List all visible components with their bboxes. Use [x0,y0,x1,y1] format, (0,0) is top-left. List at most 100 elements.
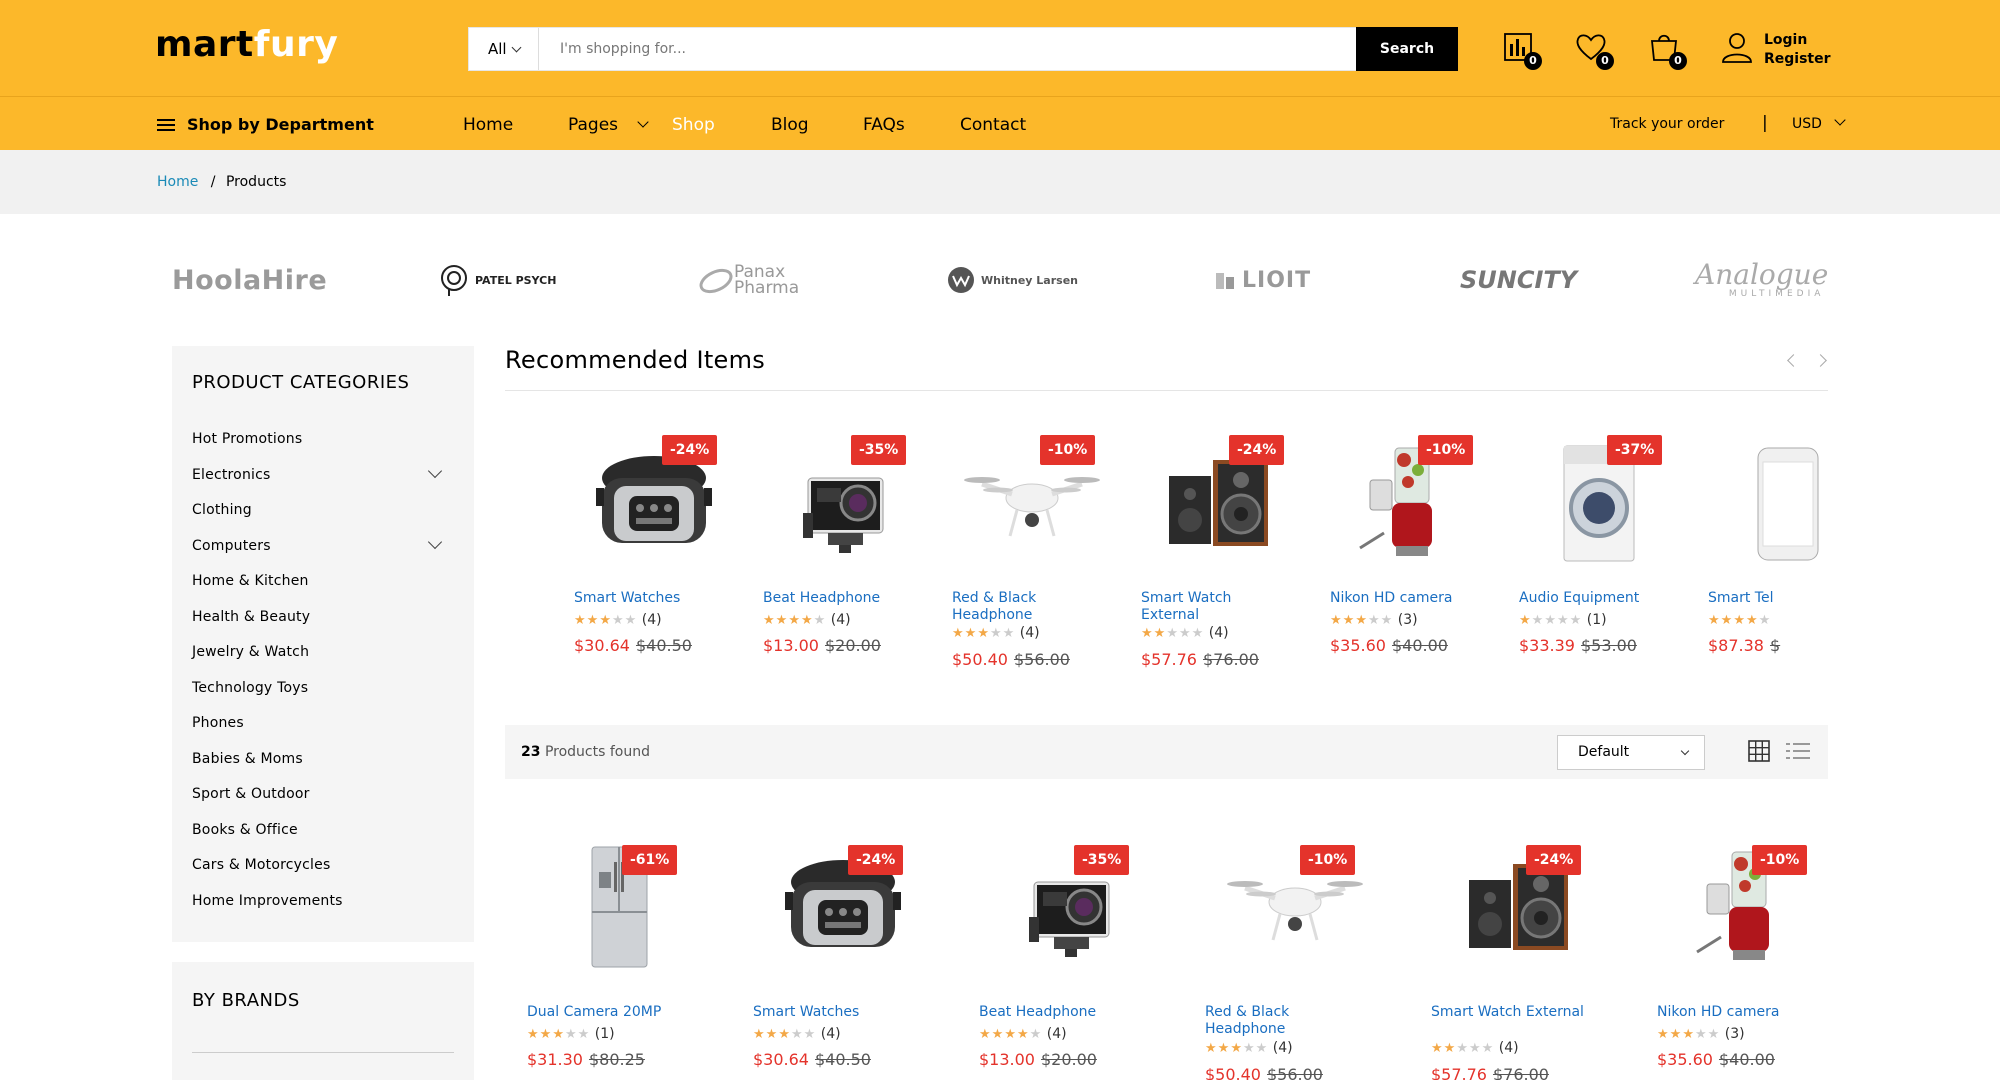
nav-pages[interactable]: Pages [568,115,650,135]
product-card[interactable]: -37% Audio Equipment ★★★★★ (1) $33.39 $53.00 [1519,420,1699,690]
nav-home[interactable]: Home [463,115,513,135]
product-name-link[interactable]: Audio Equipment [1519,590,1669,607]
category-item[interactable]: Clothing [192,502,252,518]
category-item[interactable]: Jewelry & Watch [192,644,309,660]
review-count: (4) [641,612,662,628]
search-category-select[interactable]: All [469,28,539,70]
product-price: $35.60 $40.00 [1330,636,1448,655]
category-item[interactable]: Computers [192,538,271,554]
nav-blog[interactable]: Blog [771,115,809,135]
product-card[interactable]: -61% Dual Camera 20MP ★★★★★ (1) $31.30 $80.2… [527,830,727,1080]
product-name-link[interactable]: Red & Black Headphone [952,590,1102,624]
breadcrumb-home[interactable]: Home [157,174,198,190]
product-card[interactable]: -24% Smart Watch External ★★★★★ (4) $57.76 $… [1431,830,1631,1080]
lioit-logo[interactable]: LIOIT [1216,250,1311,310]
grid-view-icon[interactable] [1748,740,1772,764]
compare-button[interactable]: 0 [1502,30,1542,70]
product-name-link[interactable]: Nikon HD camera [1330,590,1480,607]
category-item[interactable]: Sport & Outdoor [192,786,310,802]
product-name-link[interactable]: Red & Black Headphone [1205,1004,1365,1038]
product-image[interactable] [505,438,535,568]
product-card[interactable]: -24% Smart Watches ★★★★★ (4) $30.64 $40.50 [574,420,754,690]
category-item[interactable]: Babies & Moms [192,751,303,767]
carousel-prev-arrow[interactable] [1787,354,1800,367]
product-name-link[interactable]: Smart Watch External [1431,1004,1591,1021]
product-name-link[interactable]: Smart Watch External [1141,590,1291,624]
site-logo[interactable]: martfury [155,24,338,65]
products-grid: -61% Dual Camera 20MP ★★★★★ (1) $31.30 $80.2… [505,830,1828,1080]
nav-shop[interactable]: Shop [672,115,715,135]
wishlist-button[interactable]: 0 [1574,30,1614,70]
shop-by-department-button[interactable]: Shop by Department [157,115,374,134]
product-name-link[interactable]: Nikon HD camera [1657,1004,1817,1021]
product-image[interactable] [1718,438,1828,568]
nav-contact[interactable]: Contact [960,115,1026,135]
sale-price: $31.30 [527,1050,583,1069]
track-order-link[interactable]: Track your order [1610,116,1724,132]
search-category-label: All [488,40,507,58]
register-link[interactable]: Register [1764,50,1831,69]
discount-badge: -10% [1040,435,1096,465]
category-item[interactable]: Books & Office [192,822,298,838]
product-card[interactable]: -35% Beat Headphone ★★★★★ (4) $13.00 $20.00 [763,420,943,690]
product-name-link[interactable]: Smart Tel [1708,590,1828,607]
category-item[interactable]: Technology Toys [192,680,308,696]
product-card[interactable]: Smart Tel ★★★★★ $87.38 $ [1708,420,1828,690]
category-item[interactable]: Hot Promotions [192,431,302,447]
product-price: $33.39 $53.00 [1519,636,1637,655]
product-price: $87.38 $ [1708,636,1780,655]
products-count: 23 [521,744,541,760]
product-rating: ★★★★★ (3) [1330,612,1418,628]
categories-title: PRODUCT CATEGORIES [192,372,410,393]
product-name-link[interactable]: Beat Headphone [763,590,913,607]
account-links: Login Register [1764,31,1831,69]
user-icon[interactable] [1720,30,1754,64]
product-card[interactable]: -10% Red & Black Headphone ★★★★★ (4) $50.40… [952,420,1132,690]
product-card[interactable]: -10% Red & Black Headphone ★★★★★ (4) $50.40… [1205,830,1405,1080]
product-card[interactable]: -10% Nikon HD camera ★★★★★ (3) $35.60 $40.00 [1330,420,1510,690]
whitney-larsen-logo[interactable]: Whitney Larsen [947,250,1078,310]
product-card[interactable]: -24% Smart Watch External ★★★★★ (4) $57.76 $… [1141,420,1321,690]
review-count: (4) [830,612,851,628]
search-button[interactable]: Search [1356,27,1458,71]
nav-faqs[interactable]: FAQs [863,115,905,135]
breadcrumb-bar: Home / Products [0,150,2000,214]
product-name-link[interactable]: Beat Headphone [979,1004,1139,1021]
review-count: (4) [1498,1040,1519,1056]
product-card[interactable]: -61%era 20MP★★★★★ (1)80.25 [505,420,565,690]
search-input[interactable] [540,28,1325,70]
brand-name: LIOIT [1242,267,1312,293]
list-view-icon[interactable] [1785,740,1810,764]
product-card[interactable]: -24% Smart Watches ★★★★★ (4) $30.64 $40.50 [753,830,953,1080]
product-card[interactable]: -35% Beat Headphone ★★★★★ (4) $13.00 $20.00 [979,830,1179,1080]
carousel-next-arrow[interactable] [1814,354,1827,367]
chevron-down-icon[interactable] [427,463,443,478]
chevron-down-icon[interactable] [427,534,443,549]
product-card[interactable]: -10% Nikon HD camera ★★★★★ (3) $35.60 $40.00 [1657,830,1828,1080]
product-name-link[interactable]: era 20MP [505,590,535,607]
product-name-link[interactable]: Dual Camera 20MP [527,1004,687,1021]
product-name-link[interactable]: Smart Watches [753,1004,913,1021]
category-item[interactable]: Home & Kitchen [192,573,309,589]
sort-select[interactable]: Default [1557,735,1705,770]
product-rating: ★★★★★ (4) [763,612,851,628]
login-link[interactable]: Login [1764,31,1831,50]
original-price: $56.00 [1266,1065,1323,1080]
category-item[interactable]: Cars & Motorcycles [192,857,330,873]
products-found-label: 23 Products found [521,744,650,760]
currency-select[interactable]: USD [1792,114,1847,132]
category-item[interactable]: Phones [192,715,244,731]
category-item[interactable]: Electronics [192,467,271,483]
hoolahire-logo[interactable]: HoolaHire [172,250,327,310]
original-price: $53.00 [1580,636,1637,655]
cart-button[interactable]: 0 [1647,30,1687,70]
original-price: $40.50 [635,636,692,655]
category-item[interactable]: Home Improvements [192,893,343,909]
analogue-logo[interactable]: Analogue MULTIMEDIA [1695,250,1828,310]
category-item[interactable]: Health & Beauty [192,609,310,625]
panax-pharma-logo[interactable]: Panax Pharma [698,250,804,310]
patel-psych-logo[interactable]: PATEL PSYCH [437,250,556,310]
products-toolbar: 23 Products found Default [505,725,1828,779]
suncity-logo[interactable]: SUNCITY [1460,250,1577,310]
product-name-link[interactable]: Smart Watches [574,590,724,607]
